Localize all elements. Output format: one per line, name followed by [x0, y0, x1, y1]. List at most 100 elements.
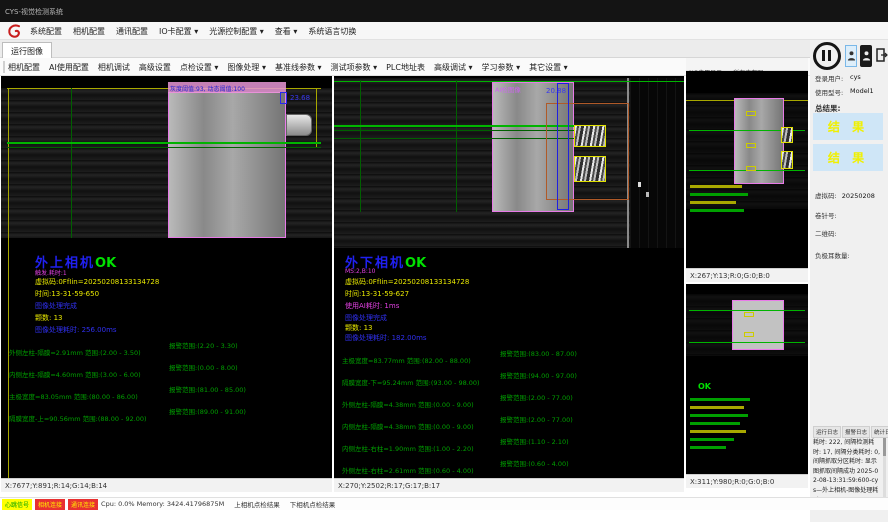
alarm-range-text: 报警范围:(2.00 - 77.00) — [500, 392, 573, 402]
heartbeat-badge: 心跳信号 — [2, 499, 32, 510]
left-debug-text: 触发.耗时:1 — [35, 268, 67, 277]
left-count: 颗数: 13 — [35, 313, 63, 323]
middle-ok-status: OK — [405, 256, 426, 271]
field-label: 虚拟码: — [815, 192, 837, 200]
pause-icon — [822, 50, 831, 61]
mini-text-line — [690, 209, 744, 212]
menu-item-comm-config[interactable]: 通讯配置 — [116, 26, 148, 37]
middle-camera-view[interactable]: AI检图像 20.88 外下相机OK MS:2,B:10 虚拟码:0FfIin=… — [334, 76, 684, 492]
result-box-2-text: 结 果 — [828, 149, 868, 166]
right-bottom-mini-view[interactable]: OK X:311;Y:980;R:0;G:0;B:0 — [686, 284, 808, 488]
log-tab-stats[interactable]: 统计日志 — [871, 426, 888, 438]
tool-advanced-debug[interactable]: 高级调试 ▾ — [434, 62, 473, 73]
side-panel: 登录用户: cys 使用型号: Model1 总结果: 结 果 结 果 虚拟码:… — [810, 40, 888, 522]
tool-camera-config[interactable]: 相机配置 — [8, 62, 40, 73]
middle-elapsed: 图像处理耗时: 182.00ms — [345, 333, 427, 343]
middle-measure-value: 20.88 — [546, 87, 566, 95]
mini-text-line — [690, 193, 748, 196]
left-measure-value: 23.68 — [290, 94, 310, 102]
right-bottom-camera-image: OK — [686, 284, 808, 474]
title-bar: CYS-视觉检测系统 — [0, 0, 888, 22]
left-time: 时间:13-31-59-650 — [35, 289, 99, 299]
middle-highlight-dot-1 — [638, 182, 641, 187]
field-value: 20250208 — [842, 192, 875, 200]
left-pixel-coords: X:7677;Y:891;R:14;G:14;B:14 — [5, 482, 107, 490]
tool-other-settings[interactable]: 其它设置 ▾ — [529, 62, 568, 73]
tool-test-params[interactable]: 测试项参数 ▾ — [331, 62, 378, 73]
menu-item-system-config[interactable]: 系统配置 — [30, 26, 62, 37]
left-separator-slab — [168, 92, 286, 238]
result-box-1-text: 结 果 — [828, 118, 868, 135]
log-tab-run[interactable]: 运行日志 — [813, 426, 841, 438]
measurement-row: 外侧左柱-右柱=2.61mm 范围:(0.60 - 4.00) 报警范围:(0.… — [342, 458, 474, 477]
middle-green-hline-1 — [334, 125, 580, 127]
left-process-done: 图像处理完成 — [35, 301, 77, 311]
menu-items: 系统配置 相机配置 通讯配置 IO卡配置 ▾ 光源控制配置 ▾ 查看 ▾ 系统语… — [30, 26, 367, 37]
middle-coordinate-bar: X:270;Y:2502;R:17;G:17;B:17 — [334, 478, 684, 492]
result-box-1: 结 果 — [813, 113, 883, 140]
middle-count: 颗数: 13 — [345, 323, 373, 333]
middle-debug-text: MS:2,B:10 — [345, 268, 376, 275]
left-green-vline — [71, 88, 72, 238]
middle-green-hline-3 — [334, 138, 580, 139]
right-top-mini-view[interactable]: NG启用显示 所有内存图 超标内存图 X:267;Y:13;R:0;G:0;B:… — [686, 58, 808, 282]
middle-green-vline-1 — [360, 80, 361, 212]
right-top-camera-image — [686, 71, 808, 268]
upper-camera-check-link[interactable]: 上相机点检结果 — [234, 499, 280, 509]
tab-run-image[interactable]: 运行图像 — [2, 42, 52, 58]
measurement-row: 外侧左柱-隔膜=4.38mm 范围:(0.00 - 9.00) 报警范围:(2.… — [342, 392, 474, 411]
log-scrollbar-thumb[interactable] — [883, 438, 886, 456]
user-login-button[interactable] — [845, 45, 857, 67]
middle-green-vline-2 — [456, 80, 457, 212]
tool-advanced-settings[interactable]: 高级设置 — [139, 62, 171, 73]
measurement-text: 内侧左柱-隔膜=4.60mm 范围:(3.00 - 6.00) — [9, 371, 141, 379]
pause-button[interactable] — [813, 42, 841, 70]
tool-spot-check[interactable]: 点检设置 ▾ — [180, 62, 219, 73]
log-scrollbar[interactable] — [883, 438, 886, 500]
alarm-range-text: 报警范围:(83.00 - 87.00) — [500, 348, 577, 358]
menu-item-io-config[interactable]: IO卡配置 ▾ — [159, 26, 198, 37]
tool-image-processing[interactable]: 图像处理 ▾ — [227, 62, 266, 73]
toolbar-items: 相机配置 AI使用配置 相机调试 高级设置 点检设置 ▾ 图像处理 ▾ 基准线参… — [8, 62, 577, 73]
login-user-value: cys — [850, 73, 861, 81]
status-bar: 心跳信号 相机连接 通讯连接 Cpu: 0.0% Memory: 3424.41… — [0, 497, 888, 510]
tool-camera-debug[interactable]: 相机调试 — [98, 62, 130, 73]
log-text-area[interactable]: 耗时: 222, 间隔检测耗时: 17, 间隔分类耗时: 0, 间隔抓取分区耗时… — [813, 438, 881, 500]
measurement-text: 内侧左柱-隔膜=4.38mm 范围:(0.00 - 9.00) — [342, 423, 474, 431]
tool-plc-address[interactable]: PLC地址表 — [386, 62, 425, 73]
exit-button[interactable] — [875, 45, 888, 67]
field-virtual-code: 虚拟码: 20250208 — [815, 183, 875, 202]
middle-ai-label: AI检图像 — [495, 84, 521, 94]
measurement-text: 内侧左柱-右柱=1.90mm 范围:(1.00 - 2.20) — [342, 445, 474, 453]
right-top-coordinate-bar: X:267;Y:13;R:0;G:0;B:0 — [686, 268, 808, 282]
user-icon — [847, 47, 856, 66]
menu-item-view[interactable]: 查看 ▾ — [275, 26, 298, 37]
middle-pixel-coords: X:270;Y:2502;R:17;G:17;B:17 — [338, 482, 440, 490]
result-box-2: 结 果 — [813, 144, 883, 171]
left-ok-status: OK — [95, 256, 116, 271]
measurement-row: 主极宽度=83.77mm 范围:(82.00 - 88.00) 报警范围:(83… — [342, 348, 471, 367]
comm-connection-badge: 通讯连接 — [68, 499, 98, 510]
mini-yellow-marker-1 — [746, 111, 756, 116]
user-manage-button[interactable] — [860, 45, 872, 67]
middle-dark-zone — [630, 78, 684, 248]
menu-item-light-config[interactable]: 光源控制配置 ▾ — [209, 26, 264, 37]
measurement-row: 内侧左柱-隔膜=4.38mm 范围:(0.00 - 9.00) 报警范围:(2.… — [342, 414, 474, 433]
lower-camera-check-link[interactable]: 下相机点检结果 — [290, 499, 336, 509]
tab-strip: 运行图像 — [0, 40, 888, 58]
mini-text-line — [690, 430, 746, 433]
field-label: 卷针号: — [815, 212, 837, 220]
log-tabs: 运行日志 报警日志 统计日志 — [813, 426, 888, 438]
tool-learning-params[interactable]: 学习参数 ▾ — [482, 62, 521, 73]
menu-item-language[interactable]: 系统语言切换 — [308, 26, 356, 37]
app-window: CYS-视觉检测系统 系统配置 相机配置 通讯配置 IO卡配置 ▾ 光源控制配置… — [0, 0, 888, 522]
mini-green-hline-2 — [689, 342, 805, 343]
log-tab-alarm[interactable]: 报警日志 — [842, 426, 870, 438]
alarm-range-text: 报警范围:(2.20 - 3.30) — [169, 340, 238, 350]
tool-baseline-params[interactable]: 基准线参数 ▾ — [275, 62, 322, 73]
left-camera-view[interactable]: 灰度阈值:93, 动态阈值:100 23.68 外上相机OK 触发.耗时:1 虚… — [1, 76, 332, 492]
tool-ai-config[interactable]: AI使用配置 — [49, 62, 89, 73]
left-barcode: 虚拟码:0FfIin=20250208133134728 — [35, 277, 159, 287]
menu-item-camera-config[interactable]: 相机配置 — [73, 26, 105, 37]
mini-text-line — [690, 438, 734, 441]
